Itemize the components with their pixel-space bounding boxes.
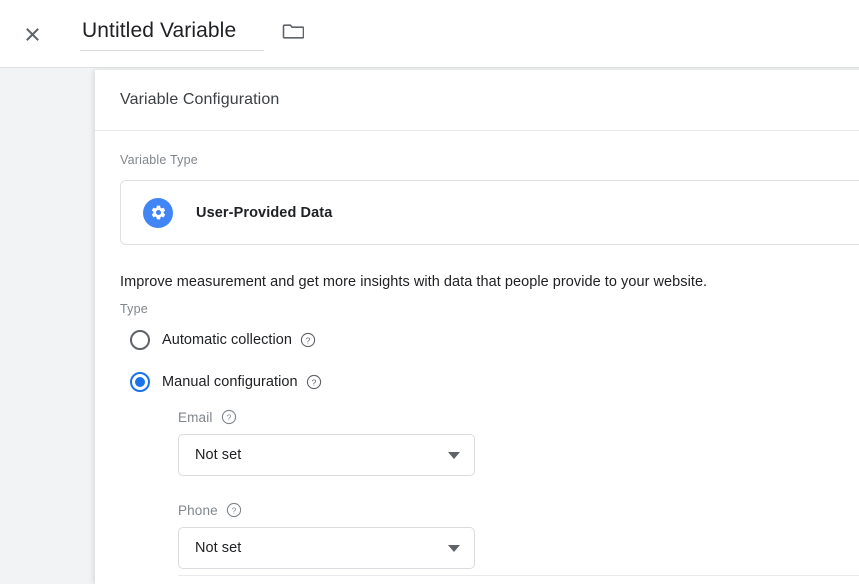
radio-automatic-collection[interactable]: Automatic collection ? bbox=[120, 330, 859, 350]
email-field-group: Email ? Not set bbox=[178, 409, 859, 476]
move-to-folder-button[interactable] bbox=[280, 21, 306, 47]
radio-automatic-collection-label: Automatic collection bbox=[162, 332, 292, 348]
gear-icon bbox=[143, 198, 173, 228]
panel-header: Variable Configuration bbox=[95, 70, 859, 131]
manual-configuration-fields: Email ? Not set Phone bbox=[178, 409, 859, 569]
email-select[interactable]: Not set bbox=[178, 434, 475, 476]
phone-label-row: Phone ? bbox=[178, 502, 859, 518]
phone-select[interactable]: Not set bbox=[178, 527, 475, 569]
phone-field-group: Phone ? Not set bbox=[178, 502, 859, 569]
panel-body: Variable Type User-Provided Data Improve… bbox=[95, 131, 859, 576]
email-label: Email bbox=[178, 410, 213, 425]
svg-text:?: ? bbox=[226, 412, 231, 422]
radio-checked-icon bbox=[130, 372, 150, 392]
email-select-value: Not set bbox=[195, 447, 241, 463]
help-circle-icon[interactable]: ? bbox=[226, 502, 242, 518]
chevron-down-icon bbox=[448, 545, 460, 552]
svg-text:?: ? bbox=[311, 377, 316, 387]
top-bar: Untitled Variable bbox=[0, 0, 859, 68]
panel-title: Variable Configuration bbox=[120, 91, 279, 109]
section-divider bbox=[178, 575, 859, 576]
variable-type-name: User-Provided Data bbox=[196, 205, 332, 221]
close-button[interactable] bbox=[12, 14, 52, 54]
variable-description: Improve measurement and get more insight… bbox=[120, 274, 859, 290]
help-circle-icon[interactable]: ? bbox=[221, 409, 237, 425]
radio-manual-configuration[interactable]: Manual configuration ? bbox=[120, 372, 859, 392]
radio-unchecked-icon bbox=[130, 330, 150, 350]
phone-select-value: Not set bbox=[195, 540, 241, 556]
type-section-label: Type bbox=[120, 302, 859, 316]
variable-name-input[interactable]: Untitled Variable bbox=[80, 16, 264, 51]
help-circle-icon[interactable]: ? bbox=[306, 374, 322, 390]
title-area: Untitled Variable bbox=[80, 16, 306, 51]
chevron-down-icon bbox=[448, 452, 460, 459]
variable-configuration-panel: Variable Configuration Variable Type Use… bbox=[95, 70, 859, 584]
radio-dot bbox=[135, 377, 145, 387]
phone-label: Phone bbox=[178, 503, 218, 518]
svg-text:?: ? bbox=[306, 335, 311, 345]
radio-manual-configuration-label: Manual configuration bbox=[162, 374, 298, 390]
variable-type-card[interactable]: User-Provided Data bbox=[120, 180, 859, 245]
email-label-row: Email ? bbox=[178, 409, 859, 425]
svg-text:?: ? bbox=[231, 505, 236, 515]
folder-icon bbox=[282, 22, 304, 46]
help-circle-icon[interactable]: ? bbox=[300, 332, 316, 348]
variable-type-label: Variable Type bbox=[120, 153, 859, 167]
close-icon bbox=[22, 24, 42, 44]
